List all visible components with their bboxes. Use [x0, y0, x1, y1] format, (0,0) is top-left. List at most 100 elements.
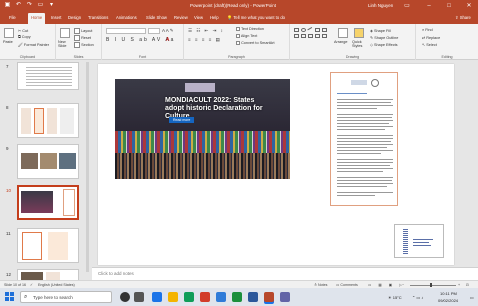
smartart-button[interactable]: Convert to SmartArt: [236, 41, 275, 45]
format-painter-button[interactable]: 🖌 Format Painter: [18, 42, 49, 47]
align-text-button[interactable]: Align Text: [236, 34, 257, 38]
font-size-input[interactable]: [148, 28, 160, 34]
booklet-cover[interactable]: [394, 224, 444, 258]
present-icon[interactable]: ▭: [37, 2, 44, 9]
copy-button[interactable]: ⧉ Copy: [18, 35, 31, 39]
font-size-controls[interactable]: A A ✎: [162, 28, 174, 34]
word-icon[interactable]: [248, 292, 258, 302]
cortana-icon[interactable]: [120, 292, 130, 302]
arrange-icon[interactable]: [338, 28, 348, 38]
clock-date[interactable]: 09/02/2024: [438, 298, 458, 303]
view-buttons[interactable]: ▭ ▦ ▣ ▷: [368, 283, 405, 287]
teams-icon[interactable]: [280, 292, 290, 302]
layout-button[interactable]: Layout: [74, 28, 92, 34]
shape-line-icon[interactable]: [307, 27, 314, 33]
tab-slide-show[interactable]: Slide Show: [146, 15, 167, 20]
shape-rounded-rect-icon[interactable]: [294, 34, 299, 38]
section-button[interactable]: Section: [74, 42, 94, 48]
fit-to-window-icon[interactable]: ⊡: [466, 283, 469, 287]
notification-icon[interactable]: ▭: [470, 295, 474, 300]
shape-fill-button[interactable]: ◈ Shape Fill: [370, 28, 391, 33]
shape-brace-icon[interactable]: [315, 34, 320, 38]
language-indicator[interactable]: English (United States): [38, 283, 75, 287]
font-color-icon[interactable]: A: [166, 37, 169, 43]
arrange-button[interactable]: Arrange: [334, 40, 348, 44]
tell-me-search[interactable]: 💡 Tell me what you want to do: [227, 15, 285, 21]
shape-rectangle-icon[interactable]: [294, 28, 299, 32]
tab-review[interactable]: Review: [174, 15, 188, 20]
tab-file[interactable]: File: [9, 15, 16, 20]
cut-button[interactable]: ✂ Cut: [18, 28, 28, 33]
text-direction-button[interactable]: Text Direction: [236, 27, 264, 31]
slide-thumbnail-9[interactable]: [17, 144, 79, 179]
zoom-slider-thumb[interactable]: [430, 283, 432, 287]
autosave-icon[interactable]: ▣: [4, 2, 11, 9]
new-slide-icon[interactable]: [60, 28, 70, 38]
zoom-slider[interactable]: [410, 284, 456, 286]
app-icon-red[interactable]: [200, 292, 210, 302]
quick-styles-icon[interactable]: [354, 28, 364, 38]
slide-thumbnail-11[interactable]: [17, 228, 79, 263]
new-slide-button[interactable]: New Slide: [58, 40, 72, 48]
tab-view[interactable]: View: [194, 15, 203, 20]
tab-home[interactable]: Home: [28, 13, 46, 24]
clock-time[interactable]: 10:11 PM: [440, 291, 457, 296]
slide-thumbnail-10[interactable]: [17, 185, 79, 220]
maximize-icon[interactable]: □: [442, 1, 456, 11]
share-button[interactable]: ⇪ Share: [455, 15, 471, 20]
notes-toggle[interactable]: ≙ Notes: [314, 283, 327, 287]
zoom-in-icon[interactable]: +: [458, 283, 460, 287]
tab-animations[interactable]: Animations: [116, 15, 137, 20]
shape-oval-icon[interactable]: [301, 28, 306, 32]
task-view-icon[interactable]: [134, 292, 144, 302]
shape-star-icon[interactable]: [301, 34, 306, 38]
comments-toggle[interactable]: ▭ Comments: [336, 283, 358, 287]
powerpoint-icon[interactable]: [264, 292, 274, 302]
file-explorer-icon[interactable]: [168, 292, 178, 302]
quick-styles-button[interactable]: Quick Styles: [352, 40, 366, 48]
current-slide[interactable]: MONDIACULT 2022: States adopt historic D…: [98, 64, 454, 265]
replace-button[interactable]: ⇄ Replace: [422, 35, 440, 40]
shape-outline-button[interactable]: ✎ Shape Outline: [370, 35, 398, 40]
system-tray-icons[interactable]: ⌃ ▭ ♪: [412, 295, 423, 300]
windows-start-icon[interactable]: [5, 292, 14, 301]
paste-button[interactable]: Paste: [3, 40, 13, 44]
tab-help[interactable]: Help: [210, 15, 219, 20]
slide-thumbnail-7[interactable]: [17, 62, 79, 90]
tab-insert[interactable]: Insert: [51, 15, 61, 20]
minimize-icon[interactable]: –: [422, 1, 436, 11]
shape-callout-icon[interactable]: [308, 34, 313, 38]
tab-design[interactable]: Design: [68, 15, 81, 20]
chrome-icon[interactable]: [184, 292, 194, 302]
zoom-out-icon[interactable]: −: [402, 283, 404, 287]
taskbar-search-box[interactable]: ⌕ Type here to search: [20, 291, 112, 303]
declaration-document[interactable]: [330, 72, 398, 206]
excel-icon[interactable]: [232, 292, 242, 302]
select-button[interactable]: ↖ Select: [422, 42, 437, 47]
notes-pane[interactable]: Click to add notes: [92, 267, 478, 280]
undo-icon[interactable]: ↶: [15, 2, 22, 9]
close-icon[interactable]: ✕: [462, 1, 476, 11]
mail-icon[interactable]: [216, 292, 226, 302]
slide-thumbnail-12[interactable]: [17, 269, 79, 280]
customize-qat-icon[interactable]: ▾: [48, 2, 55, 9]
shape-triangle-icon[interactable]: [315, 28, 320, 32]
shapes-more-icon[interactable]: [322, 34, 327, 38]
reset-button[interactable]: Reset: [74, 35, 91, 41]
find-button[interactable]: ⌕ Find: [422, 28, 433, 32]
paste-icon[interactable]: [4, 28, 14, 38]
user-name[interactable]: Linh Nguyen: [368, 3, 393, 8]
align-buttons[interactable]: ≡ ≡ ≡ ≡ ▤: [188, 37, 221, 43]
edge-icon[interactable]: [152, 292, 162, 302]
slide-thumbnail-8[interactable]: [17, 103, 79, 138]
slide-photo[interactable]: MONDIACULT 2022: States adopt historic D…: [115, 79, 290, 179]
ribbon-display-icon[interactable]: ▭: [400, 1, 414, 11]
shape-arrow-icon[interactable]: [322, 28, 327, 32]
shape-effects-button[interactable]: ◇ Shape Effects: [370, 42, 398, 47]
list-buttons[interactable]: ☰ ☷ ⇤ ⇥ ↕: [188, 28, 224, 34]
tab-transitions[interactable]: Transitions: [88, 15, 108, 20]
thumbnail-scrollbar[interactable]: [86, 62, 89, 272]
weather-indicator[interactable]: ☀ 15°C: [388, 295, 402, 300]
redo-icon[interactable]: ↷: [26, 2, 33, 9]
spellcheck-icon[interactable]: ✓: [30, 283, 33, 287]
